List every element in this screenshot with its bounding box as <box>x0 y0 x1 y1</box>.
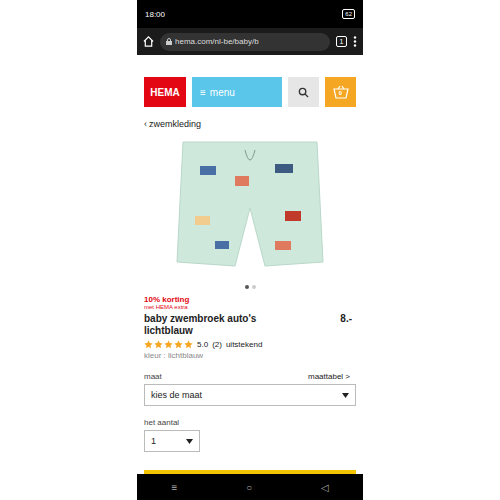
product-page: HEMA≡menu 0 ‹zwemkleding 10% kortingmet HEM… <box>137 55 363 474</box>
nav-bar: ≡ ○ ◁ <box>137 474 363 500</box>
size-select[interactable]: kies de maat <box>144 384 356 406</box>
search-icon <box>298 87 309 98</box>
nav-button[interactable]: ≡ <box>171 482 177 493</box>
battery: 62 <box>342 9 355 19</box>
stars <box>144 340 193 349</box>
star-icon <box>154 340 163 349</box>
star-icon <box>174 340 183 349</box>
tab-count[interactable]: 1 <box>336 36 347 47</box>
caret-icon <box>186 439 193 444</box>
product-image[interactable] <box>144 131 356 281</box>
site-header: HEMA≡menu 0 <box>144 77 356 107</box>
nav-button[interactable]: ◁ <box>321 482 329 493</box>
carousel-dots <box>144 285 356 289</box>
screen: 18:00 62 hema.com/nl-be/baby/b 1 HEMA≡menu 0 ‹… <box>0 0 500 500</box>
carousel-dot[interactable] <box>245 285 249 289</box>
breadcrumb[interactable]: ‹zwemkleding <box>144 119 356 129</box>
hema-logo[interactable]: HEMA <box>144 77 186 107</box>
search-button[interactable] <box>288 77 319 107</box>
discount-label: 10% korting <box>144 295 356 304</box>
home-icon[interactable] <box>143 36 154 47</box>
star-icon <box>184 340 193 349</box>
menu-button[interactable]: ≡menu <box>192 77 282 107</box>
shorts-image-icon <box>175 136 325 276</box>
size-chart-link[interactable]: maattabel > <box>308 372 356 381</box>
product-price: 8.- <box>340 313 356 324</box>
star-icon <box>164 340 173 349</box>
discount-note: met HEMA extra <box>144 304 356 311</box>
time: 18:00 <box>145 10 165 19</box>
rating[interactable]: 5.0(2)uitstekend <box>144 340 356 349</box>
cart-button[interactable]: 0 <box>325 77 356 107</box>
size-label-row: maatmaattabel > <box>144 372 356 381</box>
product-title: baby zwembroek auto's lichtblauw <box>144 313 284 337</box>
color-label: kleur : lichtblauw <box>144 351 356 360</box>
phone: 18:00 62 hema.com/nl-be/baby/b 1 HEMA≡menu 0 ‹… <box>137 0 363 500</box>
star-icon <box>144 340 153 349</box>
browser-bar: hema.com/nl-be/baby/b 1 <box>137 28 363 55</box>
caret-icon <box>342 393 349 398</box>
carousel-dot[interactable] <box>252 285 256 289</box>
status-bar: 18:00 62 <box>137 0 363 28</box>
lock-icon <box>166 38 172 45</box>
quantity-label: het aantal <box>144 418 356 427</box>
title-row: baby zwembroek auto's lichtblauw 8.- <box>144 313 356 337</box>
more-icon[interactable] <box>353 36 357 47</box>
cart-count: 0 <box>325 90 356 96</box>
quantity-select[interactable]: 1 <box>144 430 200 452</box>
nav-button[interactable]: ○ <box>246 482 252 493</box>
url-field[interactable]: hema.com/nl-be/baby/b <box>160 33 330 51</box>
